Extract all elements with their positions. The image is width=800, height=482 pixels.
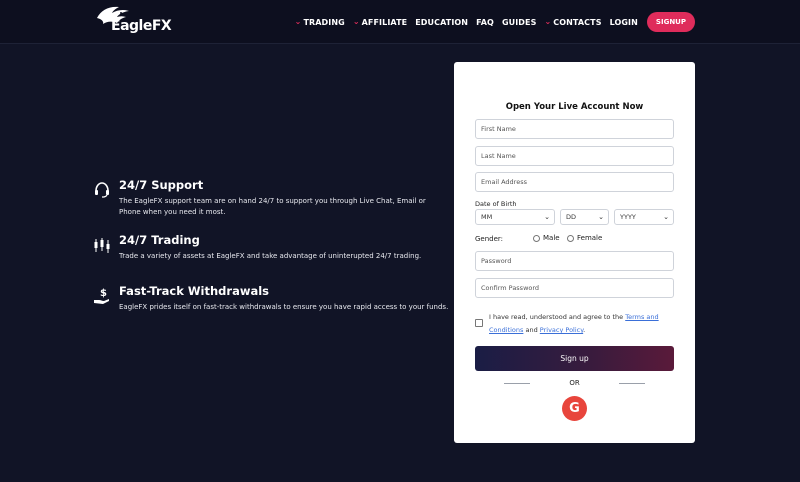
brand-name: EagleFX [111, 18, 172, 34]
svg-text:$: $ [100, 288, 107, 299]
gender-female-radio[interactable]: Female [567, 234, 602, 242]
chevron-down-icon: ⌄ [294, 16, 302, 26]
nav-item-faq[interactable]: FAQ [476, 18, 494, 27]
chevron-down-icon: ⌄ [352, 16, 360, 26]
chevron-down-icon: ⌄ [663, 213, 669, 221]
headset-icon [95, 182, 109, 198]
chevron-down-icon: ⌄ [544, 16, 552, 26]
last-name-input[interactable]: Last Name [475, 146, 674, 166]
feature-description: EagleFX prides itself on fast-track with… [119, 303, 449, 311]
feature-title: 24/7 Trading [119, 233, 200, 247]
top-navigation-bar: EagleFX ⌄ TRADING ⌄ AFFILIATE EDUCATION … [0, 0, 800, 44]
first-name-input[interactable]: First Name [475, 119, 674, 139]
radio-circle [567, 234, 574, 242]
candlestick-icon [94, 238, 110, 253]
dollar-hand-icon: $ [94, 288, 109, 304]
dob-month-select[interactable]: MM ⌄ [475, 209, 555, 225]
nav-item-guides[interactable]: GUIDES [502, 18, 537, 27]
privacy-link[interactable]: Privacy Policy [540, 326, 583, 334]
nav-item-affiliate[interactable]: ⌄ AFFILIATE [352, 16, 407, 27]
or-label: OR [569, 379, 580, 387]
main-nav: ⌄ TRADING ⌄ AFFILIATE EDUCATION FAQ GUID… [295, 0, 695, 44]
gender-male-radio[interactable]: Male [533, 234, 560, 242]
sign-up-button[interactable]: Sign up [475, 346, 674, 371]
email-input[interactable]: Email Address [475, 172, 674, 192]
terms-checkbox[interactable] [475, 319, 483, 327]
confirm-password-input[interactable]: Confirm Password [475, 278, 674, 298]
terms-text: I have read, understood and agree to the… [489, 313, 659, 334]
nav-item-contacts[interactable]: ⌄ CONTACTS [544, 16, 601, 27]
feature-title: 24/7 Support [119, 178, 204, 192]
nav-item-trading[interactable]: ⌄ TRADING [294, 16, 345, 27]
google-signin-button[interactable]: G [562, 396, 587, 421]
nav-item-education[interactable]: EDUCATION [415, 18, 468, 27]
nav-item-login[interactable]: LOGIN [610, 18, 638, 27]
dob-label: Date of Birth [475, 200, 517, 208]
radio-circle [533, 234, 540, 242]
feature-title: Fast-Track Withdrawals [119, 284, 269, 298]
feature-description: The EagleFX support team are on hand 24/… [119, 197, 426, 216]
signup-button[interactable]: SIGNUP [646, 12, 695, 32]
chevron-down-icon: ⌄ [544, 213, 550, 221]
gender-label: Gender: [475, 235, 504, 243]
eaglefx-logo[interactable]: EagleFX [95, 4, 172, 38]
chevron-down-icon: ⌄ [598, 213, 604, 221]
signup-form-card: Open Your Live Account Now First Name La… [454, 62, 695, 443]
google-icon: G [569, 401, 580, 416]
feature-description: Trade a variety of assets at EagleFX and… [119, 252, 422, 260]
dob-day-select[interactable]: DD ⌄ [560, 209, 609, 225]
password-input[interactable]: Password [475, 251, 674, 271]
form-title: Open Your Live Account Now [505, 102, 644, 112]
dob-year-select[interactable]: YYYY ⌄ [614, 209, 674, 225]
divider-right [619, 383, 645, 384]
